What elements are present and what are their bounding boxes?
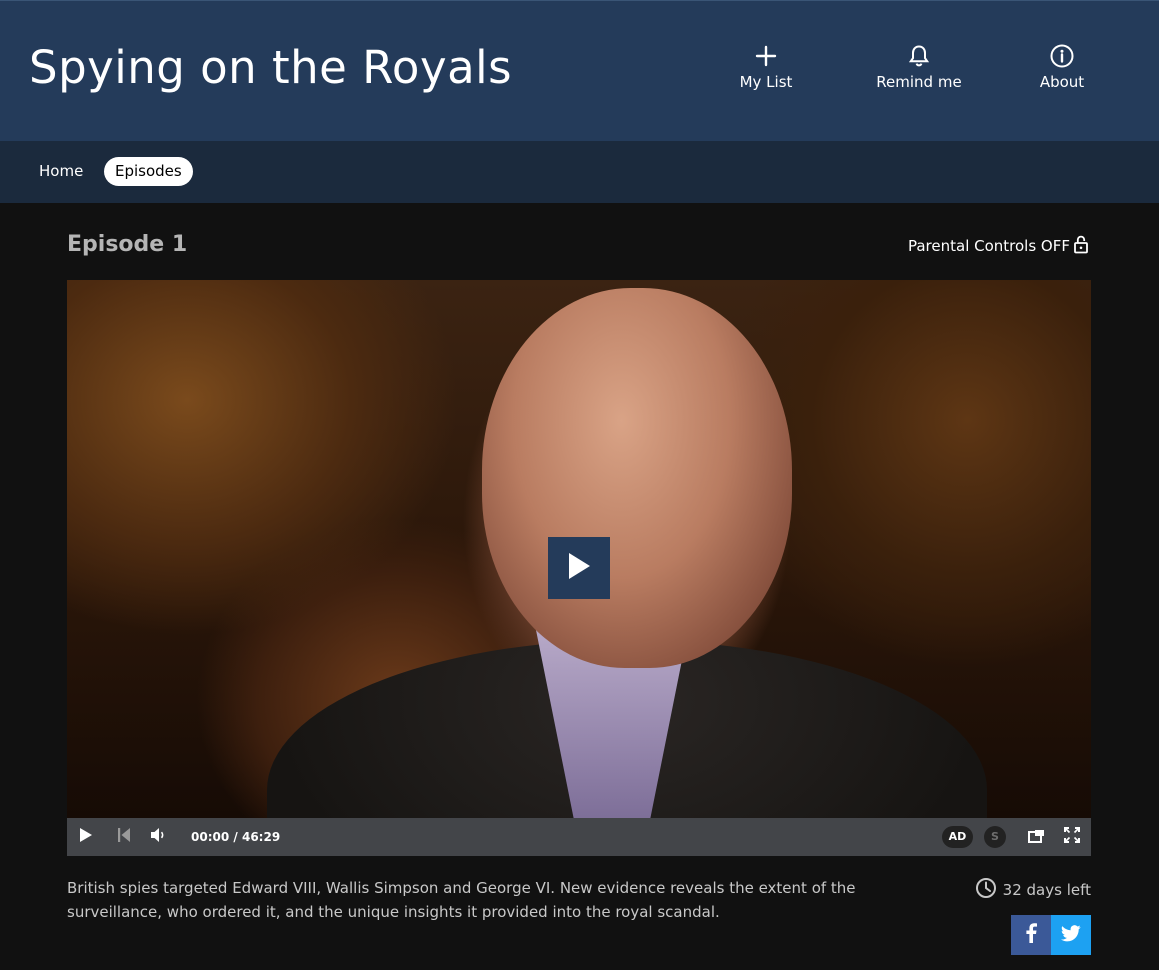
episode-description: British spies targeted Edward VIII, Wall… xyxy=(67,879,856,921)
time-separator: / xyxy=(233,830,238,844)
my-list-label: My List xyxy=(739,73,793,91)
lock-open-icon xyxy=(1073,234,1089,258)
availability-info: 32 days left xyxy=(975,877,1091,903)
subtitles-button[interactable]: S xyxy=(984,826,1006,848)
video-player: 00:00 / 46:29 AD S xyxy=(67,280,1091,856)
nav-home-link[interactable]: Home xyxy=(26,156,96,186)
days-left-label: 32 days left xyxy=(1002,881,1091,899)
twitter-icon xyxy=(1061,924,1081,946)
play-icon xyxy=(566,551,592,585)
about-button[interactable]: About xyxy=(1002,43,1122,91)
nav-episodes-tab[interactable]: Episodes xyxy=(104,157,193,186)
time-display: 00:00 / 46:29 xyxy=(191,818,280,856)
remind-me-label: Remind me xyxy=(876,73,962,91)
play-icon xyxy=(79,827,93,847)
share-twitter-button[interactable] xyxy=(1051,915,1091,955)
volume-icon xyxy=(150,827,168,847)
bell-icon xyxy=(859,43,979,69)
player-controls-bar: 00:00 / 46:29 AD S xyxy=(67,818,1091,856)
remind-me-button[interactable]: Remind me xyxy=(859,43,979,91)
sub-navigation: Home Episodes xyxy=(0,141,1159,203)
about-label: About xyxy=(1039,73,1085,91)
fullscreen-button[interactable] xyxy=(1061,818,1083,856)
episode-title: Episode 1 xyxy=(67,232,188,257)
skip-back-icon xyxy=(117,827,131,847)
info-icon xyxy=(1002,43,1122,69)
skip-back-button[interactable] xyxy=(113,818,135,856)
parental-controls-toggle[interactable]: Parental Controls OFF xyxy=(908,234,1089,258)
audio-description-button[interactable]: AD xyxy=(942,826,973,848)
fullscreen-icon xyxy=(1064,827,1080,847)
popout-icon xyxy=(1027,828,1045,847)
big-play-button[interactable] xyxy=(548,537,610,599)
current-time: 00:00 xyxy=(191,830,230,844)
duration: 46:29 xyxy=(241,830,281,844)
my-list-button[interactable]: My List xyxy=(706,43,826,91)
parental-controls-label: Parental Controls OFF xyxy=(907,237,1070,255)
video-still-head xyxy=(482,288,792,668)
show-title: Spying on the Royals xyxy=(29,41,513,94)
share-facebook-button[interactable] xyxy=(1011,915,1051,955)
clock-icon xyxy=(975,877,997,903)
site-header: Spying on the Royals My List Remind me A… xyxy=(0,0,1159,141)
play-button[interactable] xyxy=(75,818,97,856)
facebook-icon xyxy=(1025,923,1037,947)
volume-button[interactable] xyxy=(148,818,170,856)
popout-button[interactable] xyxy=(1025,818,1047,856)
plus-icon xyxy=(706,43,826,69)
video-frame[interactable] xyxy=(67,280,1091,818)
